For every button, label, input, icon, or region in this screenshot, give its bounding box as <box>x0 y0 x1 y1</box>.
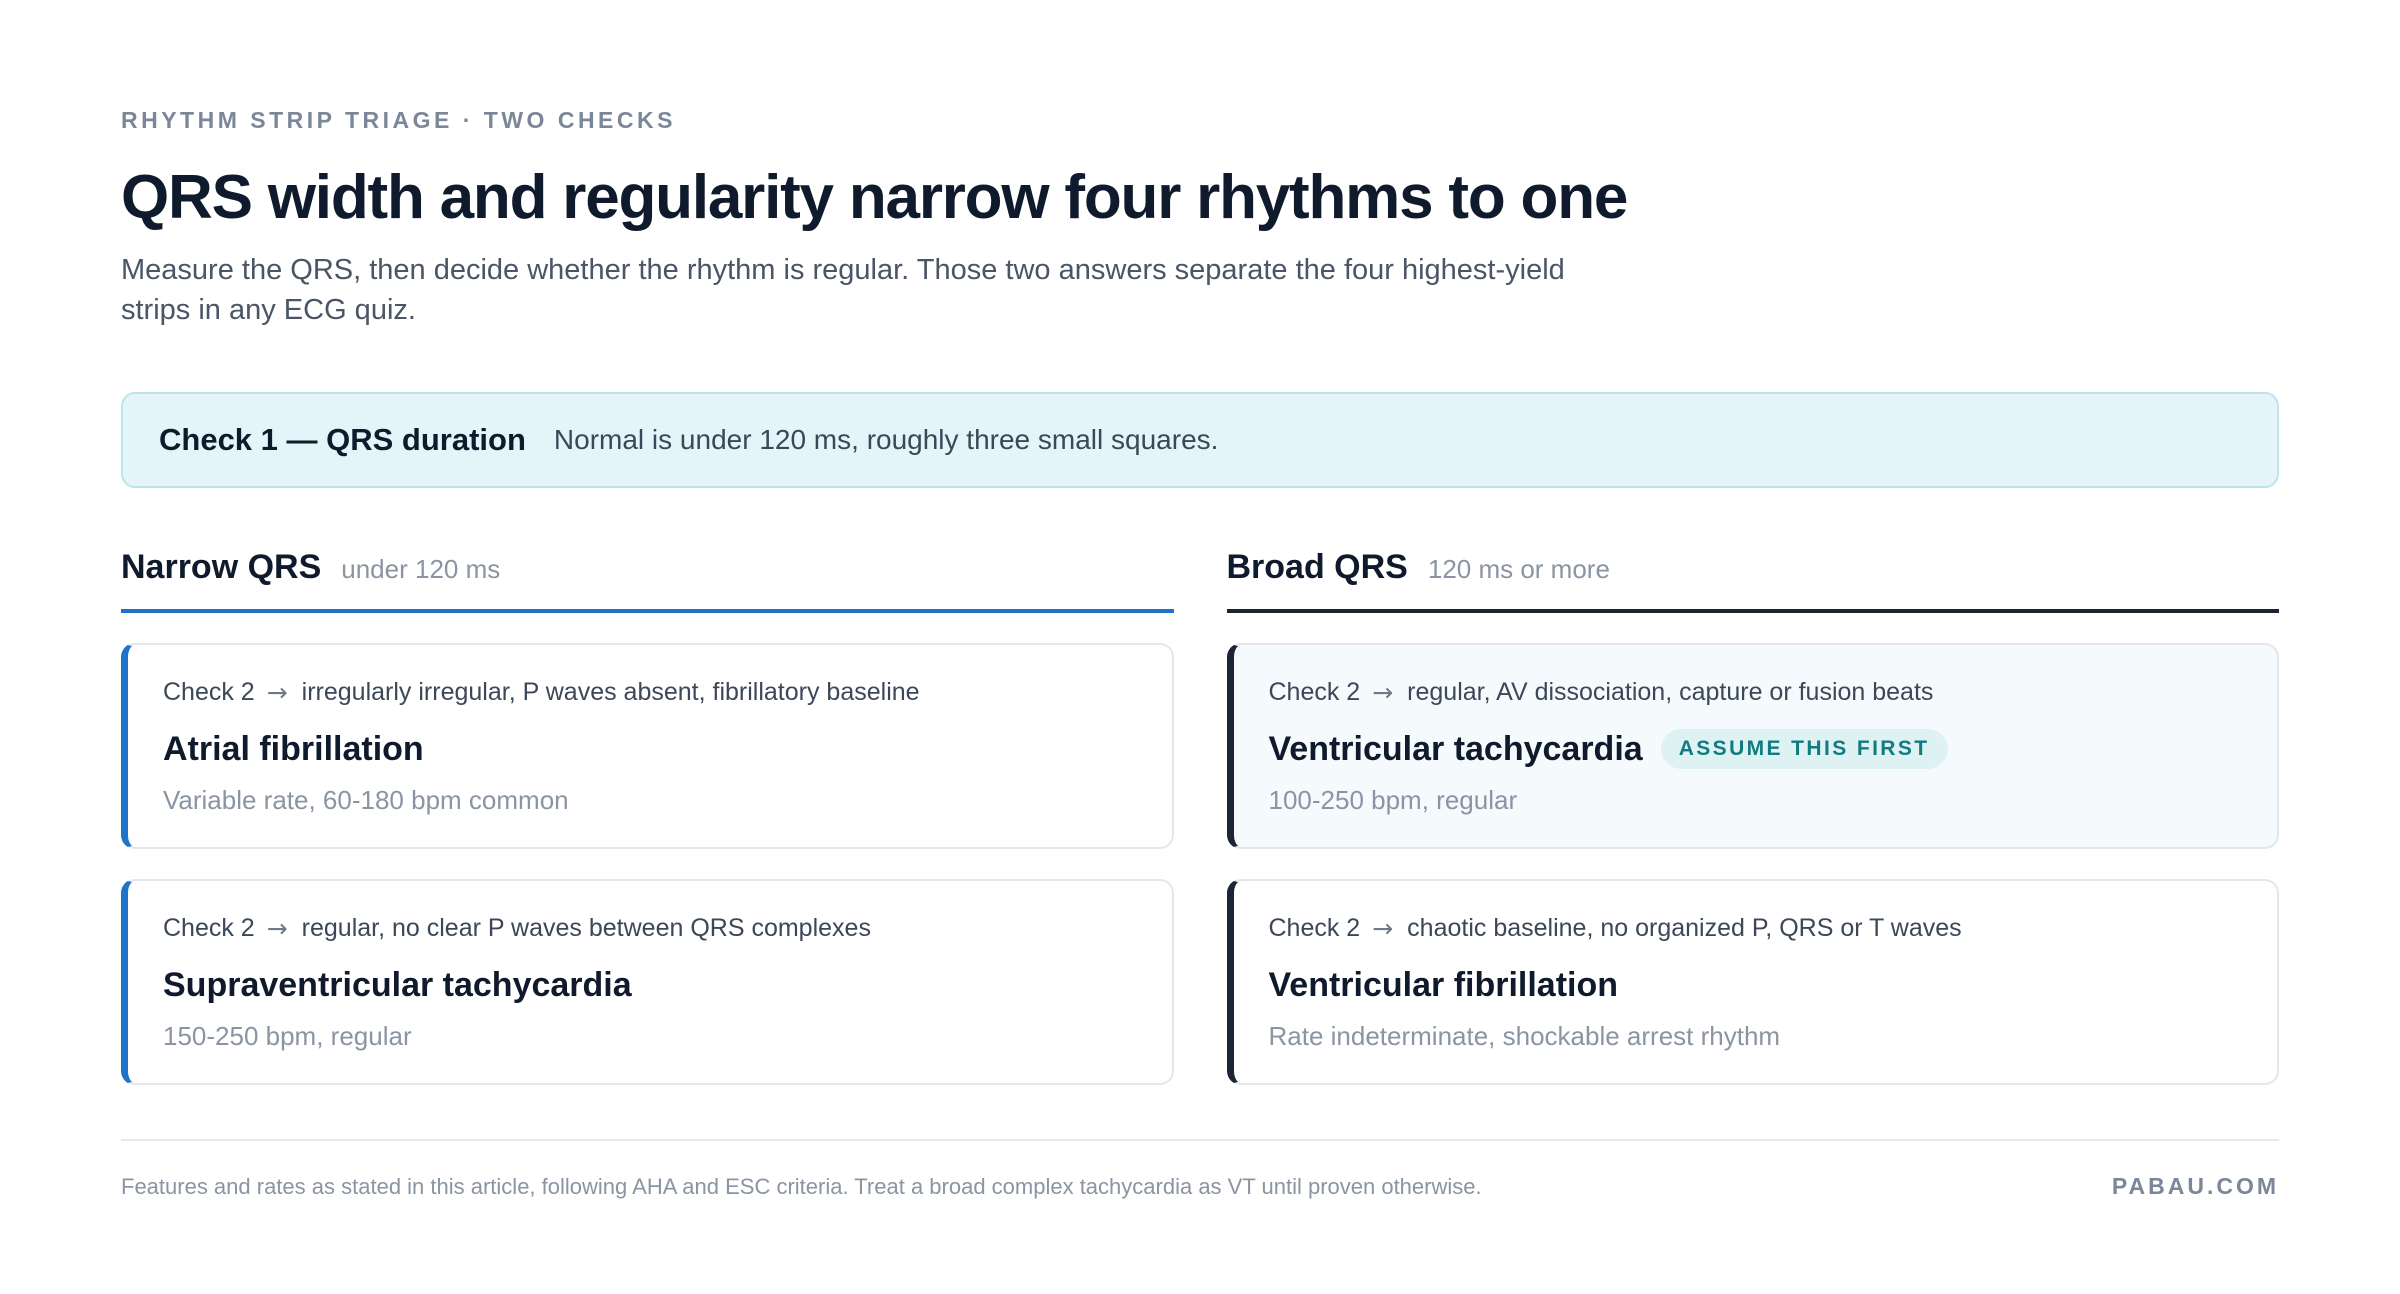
card-title: Atrial fibrillation <box>163 729 424 768</box>
rhythm-card-ventricular-tachycardia: Check 2 → regular, AV dissociation, capt… <box>1226 643 2279 849</box>
column-header: Broad QRS 120 ms or more <box>1226 538 2279 613</box>
card-check-line: Check 2 → irregularly irregular, P waves… <box>163 675 1136 709</box>
column-subtitle: 120 ms or more <box>1427 554 1610 584</box>
card-criteria: chaotic baseline, no organized P, QRS or… <box>1407 913 1962 942</box>
card-title: Ventricular tachycardia <box>1268 729 1643 768</box>
card-title-row: Supraventricular tachycardia <box>163 963 1136 1007</box>
card-check-label: Check 2 <box>163 677 255 706</box>
page-subtitle: Measure the QRS, then decide whether the… <box>121 254 1565 326</box>
card-meta: Rate indeterminate, shockable arrest rhy… <box>1268 1021 1781 1051</box>
card-criteria: regular, AV dissociation, capture or fus… <box>1407 677 1934 706</box>
card-check-label: Check 2 <box>1268 677 1361 706</box>
check1-banner: Check 1 — QRS duration Normal is under 1… <box>121 392 2279 488</box>
card-title-row: Atrial fibrillation <box>163 727 1136 771</box>
card-check-label: Check 2 <box>163 913 255 942</box>
column-title: Broad QRS <box>1226 548 1408 586</box>
column-title: Narrow QRS <box>121 548 322 586</box>
card-meta: 150-250 bpm, regular <box>163 1021 412 1051</box>
card-title: Supraventricular tachycardia <box>163 965 632 1004</box>
rhythm-card-supraventricular-tachycardia: Check 2 → regular, no clear P waves betw… <box>121 879 1174 1085</box>
card-title-row: Ventricular fibrillation <box>1269 963 2242 1007</box>
page-title: QRS width and regularity narrow four rhy… <box>121 163 1628 232</box>
footer: Features and rates as stated in this art… <box>121 1139 2279 1200</box>
card-check-line: Check 2 → chaotic baseline, no organized… <box>1269 911 2242 945</box>
check1-text: Normal is under 120 ms, roughly three sm… <box>553 424 1219 455</box>
check1-label: Check 1 — QRS duration <box>159 422 526 457</box>
column-narrow-qrs: Narrow QRS under 120 ms Check 2 → irregu… <box>121 538 1174 1085</box>
arrow-right-icon: → <box>1372 913 1394 943</box>
card-meta: Variable rate, 60-180 bpm common <box>163 785 569 815</box>
card-title: Ventricular fibrillation <box>1268 965 1619 1004</box>
card-check-line: Check 2 → regular, AV dissociation, capt… <box>1269 675 2242 709</box>
arrow-right-icon: → <box>1372 677 1394 707</box>
column-subtitle: under 120 ms <box>341 554 501 584</box>
columns: Narrow QRS under 120 ms Check 2 → irregu… <box>121 538 2279 1085</box>
eyebrow: RHYTHM STRIP TRIAGE · TWO CHECKS <box>121 107 676 133</box>
card-title-row: Ventricular tachycardia ASSUME THIS FIRS… <box>1269 727 2242 771</box>
card-meta: 100-250 bpm, regular <box>1268 785 1518 815</box>
arrow-right-icon: → <box>266 913 288 943</box>
rhythm-card-atrial-fibrillation: Check 2 → irregularly irregular, P waves… <box>121 643 1174 849</box>
column-broad-qrs: Broad QRS 120 ms or more Check 2 → regul… <box>1226 538 2279 1085</box>
card-check-label: Check 2 <box>1268 913 1361 942</box>
footer-note: Features and rates as stated in this art… <box>121 1173 1482 1199</box>
page: RHYTHM STRIP TRIAGE · TWO CHECKS QRS wid… <box>0 0 2400 1294</box>
assume-first-badge: ASSUME THIS FIRST <box>1660 729 1948 769</box>
card-check-line: Check 2 → regular, no clear P waves betw… <box>163 911 1136 945</box>
card-criteria: regular, no clear P waves between QRS co… <box>301 913 871 942</box>
column-header: Narrow QRS under 120 ms <box>121 538 1174 613</box>
card-criteria: irregularly irregular, P waves absent, f… <box>301 677 920 706</box>
rhythm-card-ventricular-fibrillation: Check 2 → chaotic baseline, no organized… <box>1226 879 2279 1085</box>
brand-link[interactable]: PABAU.COM <box>2112 1173 2279 1200</box>
arrow-right-icon: → <box>266 677 288 707</box>
